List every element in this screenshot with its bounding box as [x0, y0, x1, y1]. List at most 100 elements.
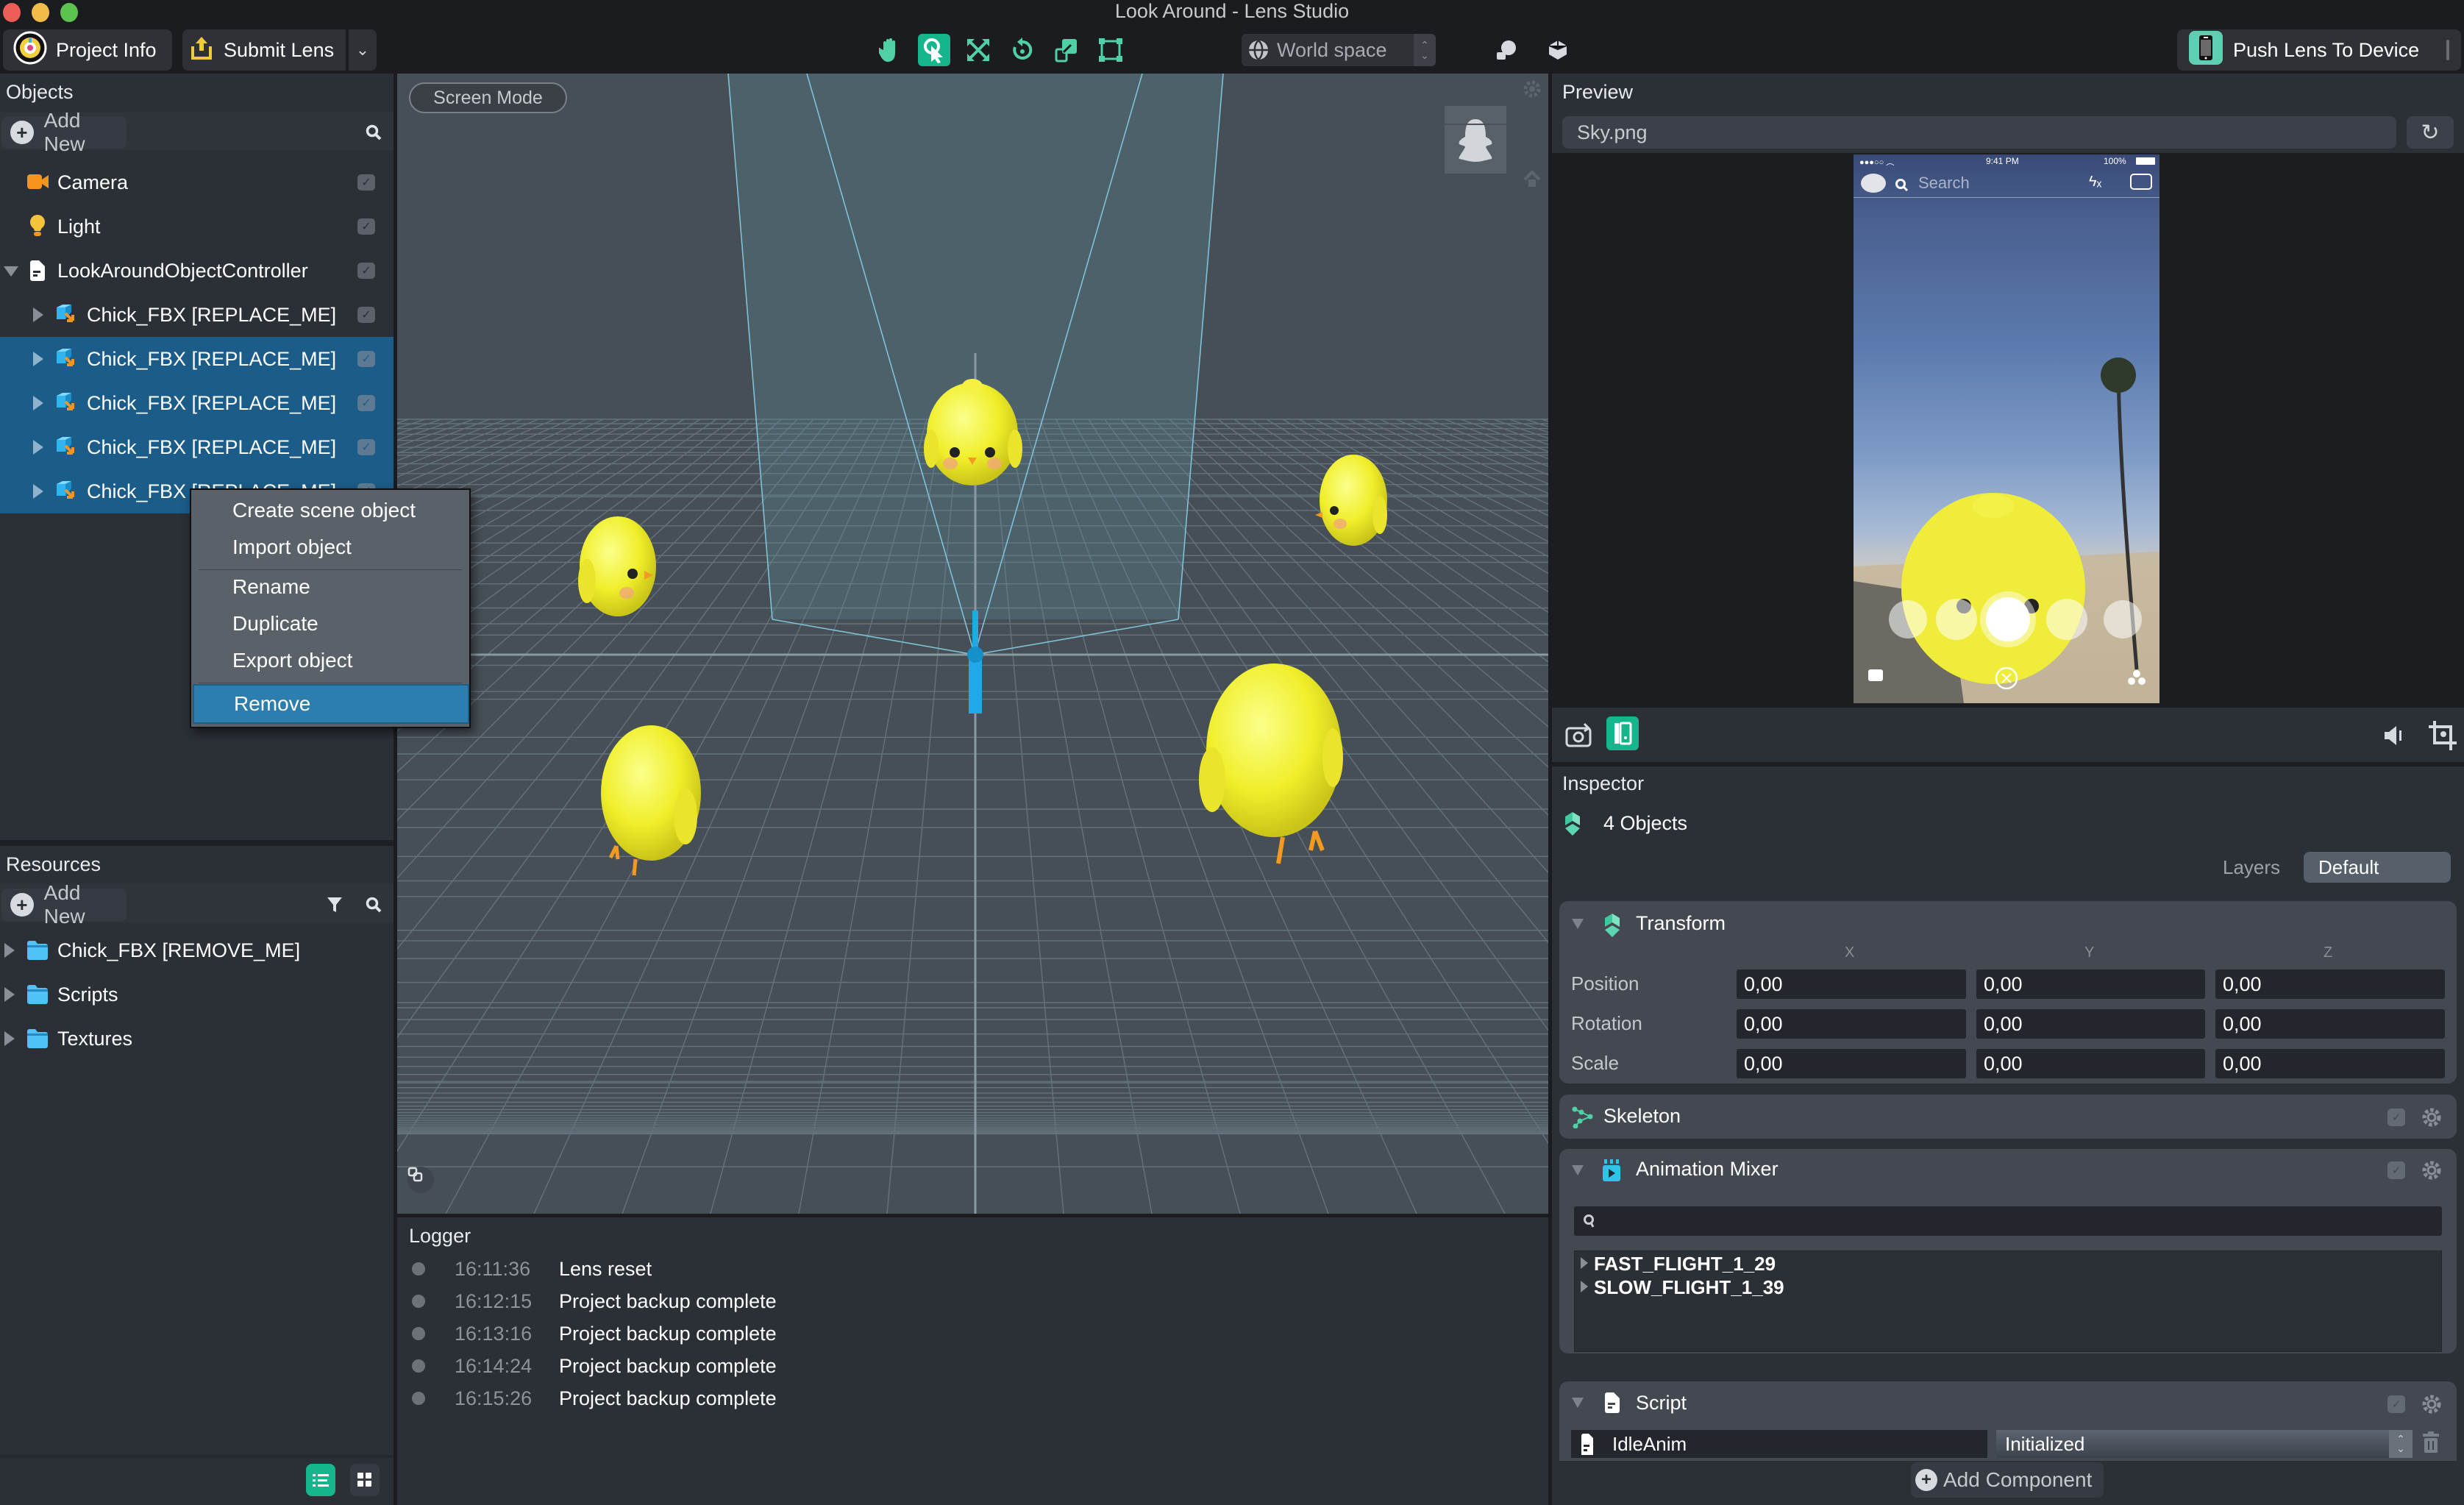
rect-tool-button[interactable]	[1094, 34, 1127, 66]
rotation-y-input[interactable]: 0,00	[1976, 1009, 2205, 1039]
pivot-toggle-button[interactable]	[1542, 34, 1574, 66]
menu-item-remove[interactable]: Remove	[193, 684, 469, 724]
object-row-chick-1[interactable]: Chick_FBX [REPLACE_ME] ✓	[0, 293, 394, 337]
objects-add-new-button[interactable]: + Add New	[1, 109, 127, 155]
object-enabled-checkbox[interactable]: ✓	[357, 395, 375, 411]
resources-search-button[interactable]	[365, 896, 382, 919]
hand-tool-button[interactable]	[874, 34, 906, 66]
resources-filter-button[interactable]	[327, 896, 343, 919]
scale-y-input[interactable]: 0,00	[1976, 1049, 2205, 1078]
object-row-chick-4[interactable]: Chick_FBX [REPLACE_ME] ✓	[0, 425, 394, 469]
menu-item-create-scene-object[interactable]: Create scene object	[193, 493, 469, 528]
window-title: Look Around - Lens Studio	[1114, 0, 1350, 22]
snap-toggle-button[interactable]	[1490, 34, 1523, 66]
collapse-arrow-icon[interactable]	[1572, 1165, 1584, 1175]
skeleton-settings-button[interactable]	[2421, 1107, 2442, 1133]
resource-row[interactable]: Scripts	[0, 972, 394, 1017]
object-enabled-checkbox[interactable]: ✓	[357, 439, 375, 455]
grid-view-button[interactable]	[350, 1464, 380, 1496]
expand-arrow-icon[interactable]	[33, 440, 43, 455]
gear-icon	[1523, 80, 1541, 98]
position-z-input[interactable]: 0,00	[2215, 969, 2445, 999]
scale-label: Scale	[1571, 1052, 1620, 1074]
copy-view-icon	[407, 1167, 423, 1182]
lens-preview-screen[interactable]: ●●●○○ ︵ 9:41 PM 100% Search ϟₓ	[1854, 154, 2159, 703]
menu-item-duplicate[interactable]: Duplicate	[193, 606, 469, 641]
rotation-x-input[interactable]: 0,00	[1737, 1009, 1966, 1039]
device-preview-button[interactable]	[1606, 716, 1639, 750]
scale-x-input[interactable]: 0,00	[1737, 1049, 1966, 1078]
push-lens-menu-handle[interactable]	[2446, 40, 2449, 60]
scale-tool-button[interactable]	[1050, 34, 1083, 66]
script-settings-button[interactable]	[2421, 1394, 2442, 1420]
expand-arrow-icon[interactable]	[4, 1031, 15, 1046]
resource-row[interactable]: Textures	[0, 1017, 394, 1061]
panel-divider[interactable]	[0, 840, 394, 846]
collapse-arrow-icon[interactable]	[1572, 919, 1584, 929]
project-info-button[interactable]: Project Info	[3, 29, 172, 71]
skeleton-enabled-checkbox[interactable]: ✓	[2388, 1109, 2405, 1126]
objects-search-button[interactable]	[365, 124, 382, 146]
select-tool-button[interactable]	[918, 34, 950, 66]
mute-button[interactable]	[2382, 724, 2405, 752]
submit-lens-dropdown-button[interactable]: ⌄	[347, 29, 377, 71]
delete-script-button[interactable]	[2423, 1431, 2439, 1459]
script-event-select[interactable]: Initialized ⌃ ⌄	[1996, 1430, 2413, 1458]
object-enabled-checkbox[interactable]: ✓	[357, 174, 375, 191]
add-component-button[interactable]: + Add Component	[1911, 1462, 2104, 1498]
scene-viewport[interactable]: Screen Mode	[397, 74, 1548, 1214]
object-enabled-checkbox[interactable]: ✓	[357, 351, 375, 367]
preview-media-select[interactable]: Sky.png	[1562, 116, 2396, 149]
object-row-chick-3[interactable]: Chick_FBX [REPLACE_ME] ✓	[0, 381, 394, 425]
coordinate-space-stepper[interactable]: ⌃ ⌄	[1414, 34, 1436, 66]
preview-refresh-button[interactable]: ↻	[2407, 116, 2454, 149]
animation-layer[interactable]: FAST_FLIGHT_1_29	[1594, 1253, 1776, 1275]
layers-select[interactable]: Default	[2304, 852, 2451, 883]
resources-add-new-button[interactable]: + Add New	[1, 881, 127, 928]
screen-mode-button[interactable]: Screen Mode	[409, 82, 567, 113]
viewport-layout-button[interactable]	[407, 1167, 434, 1193]
expand-arrow-icon[interactable]	[33, 484, 43, 499]
collapse-arrow-icon[interactable]	[1572, 1398, 1584, 1408]
rotation-z-input[interactable]: 0,00	[2215, 1009, 2445, 1039]
expand-arrow-icon[interactable]	[4, 987, 15, 1002]
expand-arrow-icon[interactable]	[4, 266, 18, 277]
script-asset-field[interactable]: IdleAnim	[1571, 1430, 1987, 1458]
expand-arrow-icon[interactable]	[1581, 1257, 1588, 1269]
resource-row[interactable]: Chick_FBX [REMOVE_ME]	[0, 928, 394, 972]
move-tool-button[interactable]	[962, 34, 994, 66]
switch-camera-button[interactable]	[1564, 721, 1593, 755]
expand-arrow-icon[interactable]	[33, 352, 43, 366]
animation-mixer-settings-button[interactable]	[2421, 1160, 2442, 1186]
object-row-light[interactable]: Light ✓	[0, 204, 394, 249]
object-enabled-checkbox[interactable]: ✓	[357, 218, 375, 235]
rotate-tool-button[interactable]	[1006, 34, 1039, 66]
object-row-lookaroundobjectcontroller[interactable]: LookAroundObjectController ✓	[0, 249, 394, 293]
expand-arrow-icon[interactable]	[33, 307, 43, 322]
event-stepper[interactable]: ⌃ ⌄	[2389, 1430, 2413, 1458]
animation-mixer-enabled-checkbox[interactable]: ✓	[2388, 1161, 2405, 1179]
menu-item-rename[interactable]: Rename	[193, 569, 469, 605]
menu-item-import-object[interactable]: Import object	[193, 530, 469, 565]
list-view-button[interactable]	[306, 1464, 335, 1496]
object-enabled-checkbox[interactable]: ✓	[357, 307, 375, 323]
expand-arrow-icon[interactable]	[4, 943, 15, 958]
mesh-object-icon	[55, 480, 77, 508]
script-enabled-checkbox[interactable]: ✓	[2388, 1395, 2405, 1413]
menu-item-export-object[interactable]: Export object	[193, 643, 469, 678]
object-row-chick-2[interactable]: Chick_FBX [REPLACE_ME] ✓	[0, 337, 394, 381]
submit-lens-button[interactable]: Submit Lens	[182, 29, 346, 71]
scale-z-input[interactable]: 0,00	[2215, 1049, 2445, 1078]
push-lens-to-device-button[interactable]: Push Lens To Device	[2177, 29, 2461, 71]
position-x-input[interactable]: 0,00	[1737, 969, 1966, 999]
object-row-camera[interactable]: Camera ✓	[0, 160, 394, 204]
camera-preview-toggle[interactable]	[1445, 106, 1506, 174]
object-enabled-checkbox[interactable]: ✓	[357, 263, 375, 279]
animation-mixer-search-input[interactable]	[1574, 1206, 2442, 1236]
expand-arrow-icon[interactable]	[33, 396, 43, 410]
crop-preview-button[interactable]	[2427, 719, 2457, 755]
animation-layer[interactable]: SLOW_FLIGHT_1_39	[1594, 1276, 1784, 1299]
coordinate-space-select[interactable]: World space ⌃ ⌄	[1242, 34, 1436, 66]
expand-arrow-icon[interactable]	[1581, 1281, 1588, 1292]
position-y-input[interactable]: 0,00	[1976, 969, 2205, 999]
